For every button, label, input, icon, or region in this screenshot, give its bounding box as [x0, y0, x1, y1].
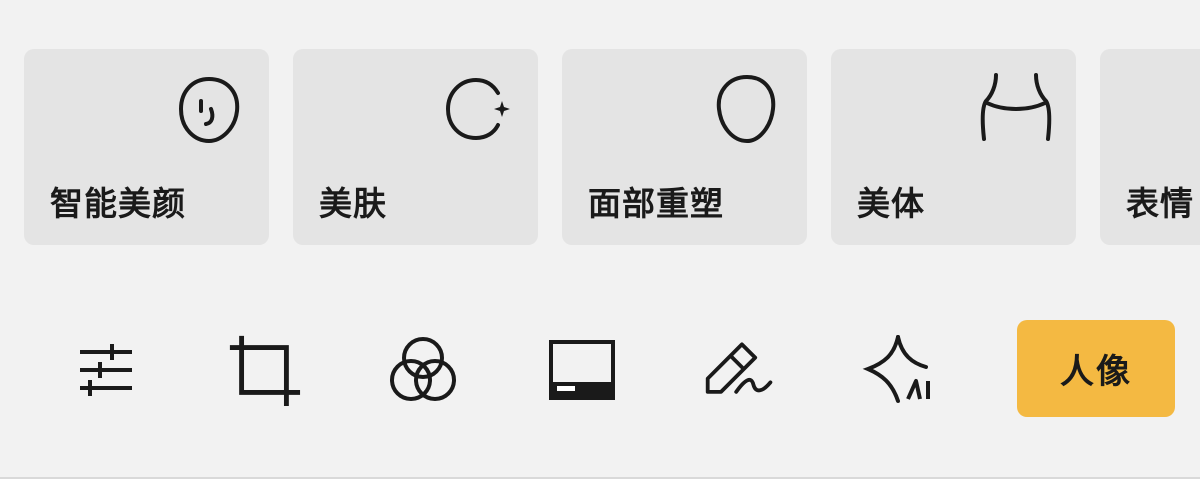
body-waist-icon — [980, 73, 1052, 141]
crop-button[interactable] — [226, 332, 302, 408]
adjust-sliders-icon — [80, 344, 132, 396]
card-label: 表情 — [1126, 184, 1194, 223]
card-face-reshape[interactable]: 面部重塑 — [562, 49, 807, 245]
pencil-draw-icon — [705, 342, 773, 394]
ai-button[interactable] — [861, 332, 937, 408]
card-body[interactable]: 美体 — [831, 49, 1076, 245]
frame-border-icon — [549, 340, 615, 400]
editor-panel: 智能美颜 美肤 面部重塑 美体 表情 人像 — [0, 0, 1200, 479]
filters-button[interactable] — [385, 332, 461, 408]
draw-button[interactable] — [702, 332, 778, 408]
card-skin[interactable]: 美肤 — [293, 49, 538, 245]
ai-magic-icon — [862, 335, 930, 403]
feature-card-row: 智能美颜 美肤 面部重塑 美体 表情 — [24, 49, 1200, 245]
filters-circles-icon — [390, 337, 456, 401]
face-outline-icon — [716, 74, 776, 144]
portrait-button[interactable]: 人像 — [1017, 320, 1175, 417]
skin-sparkle-icon — [445, 77, 510, 141]
frame-button[interactable] — [544, 332, 620, 408]
crop-icon — [229, 335, 301, 407]
card-expression[interactable]: 表情 — [1100, 49, 1200, 245]
adjust-button[interactable] — [68, 332, 144, 408]
card-label: 美肤 — [319, 184, 387, 223]
card-smart-beauty[interactable]: 智能美颜 — [24, 49, 269, 245]
card-label: 美体 — [857, 184, 925, 223]
card-label: 智能美颜 — [50, 184, 186, 223]
face-smile-icon — [178, 76, 240, 144]
card-label: 面部重塑 — [588, 184, 724, 223]
